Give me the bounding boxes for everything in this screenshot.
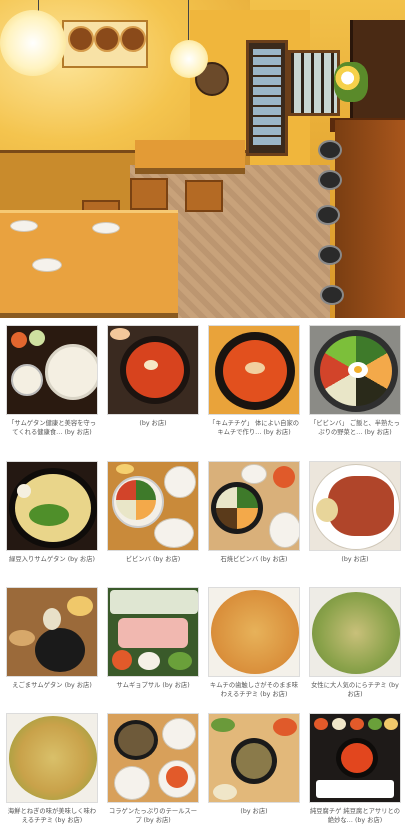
bar-stool	[316, 205, 340, 225]
photo-caption: 海鮮とねぎの味が美味しく味わえるチヂミ (by お店)	[7, 808, 97, 824]
photo-spicy-pork[interactable]	[309, 461, 401, 551]
photo-caption: ビビンバ (by お店)	[125, 556, 181, 563]
photo-caption: えごまサムゲタン (by お店)	[12, 682, 92, 689]
photo-sundubu-jjigae[interactable]	[309, 713, 401, 803]
photo-caption: サムギョプサル (by お店)	[116, 682, 190, 689]
flower-vase	[334, 62, 368, 102]
photo-stone-bibimbap[interactable]	[208, 461, 300, 551]
chair	[185, 180, 223, 212]
photo-soup-set[interactable]	[208, 713, 300, 803]
photo-caption: 緑豆入りサムゲタン (by お店)	[9, 556, 95, 563]
bar-counter	[335, 120, 405, 318]
photo-caption: (by お店)	[341, 556, 369, 563]
photo-oxtail-soup[interactable]	[107, 713, 199, 803]
photo-caption: (by お店)	[139, 420, 167, 427]
pendant-lamp-icon	[170, 40, 208, 78]
bar-stool	[318, 245, 342, 265]
photo-bibimbap[interactable]	[309, 325, 401, 415]
photo-caption: キムチの歯触しさがそのまま味わえるチヂミ (by お店)	[209, 682, 299, 698]
photo-stew[interactable]	[107, 325, 199, 415]
photo-caption: 女性に大人気のにらチヂミ (by お店)	[311, 682, 399, 698]
photo-seafood-jeon[interactable]	[6, 713, 98, 803]
bar-stool	[318, 140, 342, 160]
table-plate	[32, 258, 62, 272]
chair	[130, 178, 168, 210]
photo-caption: (by お店)	[240, 808, 268, 815]
photo-chive-jeon[interactable]	[309, 587, 401, 677]
menu-board-photos	[62, 20, 148, 68]
table-plate	[10, 220, 38, 232]
restaurant-interior-photo[interactable]	[0, 0, 405, 318]
table-plate	[92, 222, 120, 234]
photo-samgyetang[interactable]	[6, 325, 98, 415]
bar-stool	[320, 285, 344, 305]
photo-caption: 石焼ビビンバ (by お店)	[220, 556, 288, 563]
photo-caption: 純豆腐チゲ 純豆腐とアサリとの絶妙な… (by お店)	[309, 808, 401, 824]
photo-perilla-samgyetang[interactable]	[6, 587, 98, 677]
photo-mung-bean-samgyetang[interactable]	[6, 461, 98, 551]
photo-caption: コラゲンたっぷりのテールスープ (by お店)	[108, 808, 198, 824]
back-table	[135, 140, 245, 168]
pendant-lamp-icon	[0, 10, 66, 76]
lattice-window	[288, 50, 340, 116]
photo-kimchi-jeon[interactable]	[208, 587, 300, 677]
photo-caption: 「サムゲタン健康と美容を守ってくれる健康食… (by お店)	[7, 420, 97, 436]
photo-caption: 「ビビンバ」 ご飯と、半熟たっぷりの野菜と… (by お店)	[310, 420, 400, 436]
lamp-cord	[188, 0, 189, 42]
entrance-door	[246, 40, 288, 156]
bar-stool	[318, 170, 342, 190]
photo-samgyeopsal[interactable]	[107, 587, 199, 677]
photo-bibimbap-set[interactable]	[107, 461, 199, 551]
photo-caption: 「キムチチゲ」 体によい自家のキムチで作り… (by お店)	[208, 420, 300, 436]
photo-kimchi-jjigae[interactable]	[208, 325, 300, 415]
